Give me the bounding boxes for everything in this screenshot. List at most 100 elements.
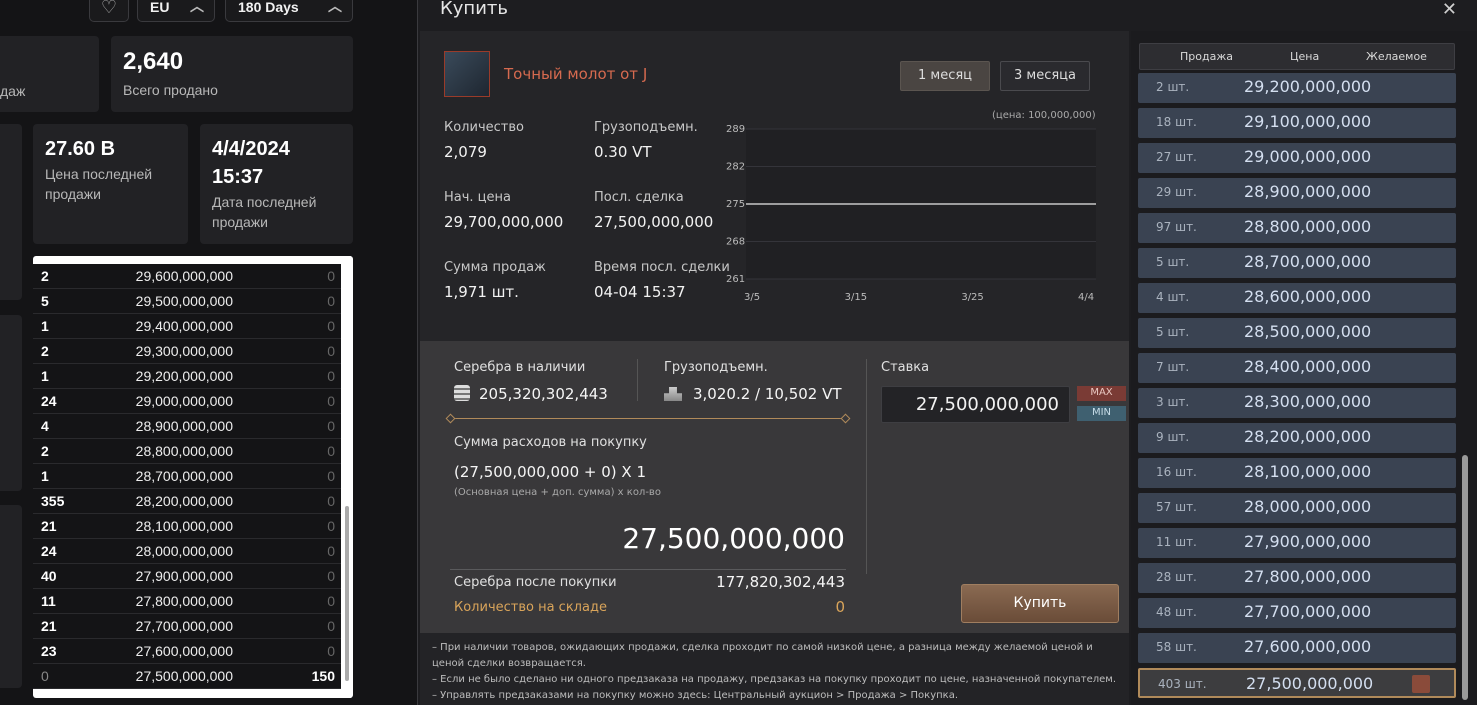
y-tick-label: 289 (726, 124, 745, 135)
cost-label: Сумма расходов на покупку (454, 435, 647, 450)
table-row[interactable]: 5 29,500,000,000 0 (33, 289, 341, 314)
row-wish: 0 (327, 343, 335, 359)
order-book-row[interactable]: 57 шт. 28,000,000,000 (1138, 493, 1456, 523)
order-book-row[interactable]: 58 шт. 27,600,000,000 (1138, 633, 1456, 663)
favorite-heart-icon[interactable]: ♡ (89, 0, 129, 22)
tab-3-months[interactable]: 3 месяца (1000, 61, 1090, 91)
row-wish: 0 (327, 618, 335, 634)
divider (866, 359, 867, 574)
stat-card-total-sold: 2,640 Всего продано (111, 36, 353, 112)
start-price-label: Нач. цена (444, 190, 511, 205)
row-qty: 24 (41, 543, 57, 559)
weight-boxes-icon (664, 387, 682, 401)
order-book-row[interactable]: 18 шт. 29,100,000,000 (1138, 108, 1456, 138)
table-row[interactable]: 1 28,700,000,000 0 (33, 464, 341, 489)
order-book-row[interactable]: 28 шт. 27,800,000,000 (1138, 563, 1456, 593)
table-row[interactable]: 23 27,600,000,000 0 (33, 639, 341, 664)
row-qty: 2 (41, 268, 49, 284)
row-qty: 355 (41, 493, 65, 509)
tab-1-month[interactable]: 1 месяц (900, 61, 990, 91)
x-tick-label: 3/15 (845, 292, 867, 303)
table-row[interactable]: 21 27,700,000,000 0 (33, 614, 341, 639)
row-qty: 1 (41, 368, 49, 384)
max-button[interactable]: MAX (1077, 386, 1126, 401)
trade-history-table: 2 29,600,000,000 0 5 29,500,000,000 0 1 29,400,… (33, 256, 353, 698)
row-price: 28,700,000,000 (135, 468, 233, 484)
row-price: 27,500,000,000 (135, 668, 233, 684)
order-book-row[interactable]: 4 шт. 28,600,000,000 (1138, 283, 1456, 313)
last-deal-label: Посл. сделка (594, 190, 684, 205)
book-price: 28,400,000,000 (1244, 357, 1372, 376)
order-book-row-selected[interactable]: 403 шт. 27,500,000,000 (1138, 668, 1456, 698)
order-book-row[interactable]: 97 шт. 28,800,000,000 (1138, 213, 1456, 243)
dialog-title: Купить (440, 0, 508, 19)
book-qty: 5 шт. (1156, 255, 1190, 269)
table-row[interactable]: 1 29,400,000,000 0 (33, 314, 341, 339)
last-date-value: 4/4/2024 (212, 138, 290, 160)
row-price: 28,200,000,000 (135, 493, 233, 509)
table-row[interactable]: 2 28,800,000,000 0 (33, 439, 341, 464)
order-book-row[interactable]: 2 шт. 29,200,000,000 (1138, 73, 1456, 103)
row-wish: 150 (311, 668, 335, 684)
book-qty: 57 шт. (1156, 500, 1197, 514)
row-price: 28,000,000,000 (135, 543, 233, 559)
table-row[interactable]: 355 28,200,000,000 0 (33, 489, 341, 514)
scrollbar-thumb[interactable] (345, 506, 349, 681)
last-deal-time-value: 04-04 15:37 (594, 283, 686, 301)
bid-input[interactable]: 27,500,000,000 (881, 386, 1070, 423)
order-book-row[interactable]: 9 шт. 28,200,000,000 (1138, 423, 1456, 453)
order-book-row[interactable]: 48 шт. 27,700,000,000 (1138, 598, 1456, 628)
capacity-value: 3,020.2 / 10,502 VT (693, 385, 842, 403)
order-book-scrollbar[interactable] (1462, 455, 1468, 700)
region-select[interactable]: EU ︿ (137, 0, 215, 22)
book-price: 28,700,000,000 (1244, 252, 1372, 271)
row-qty: 0 (41, 668, 49, 684)
table-row[interactable]: 2 29,600,000,000 0 (33, 264, 341, 289)
table-row[interactable]: 4 28,900,000,000 0 (33, 414, 341, 439)
order-book-row[interactable]: 3 шт. 28,300,000,000 (1138, 388, 1456, 418)
book-qty: 58 шт. (1156, 640, 1197, 654)
table-row[interactable]: 24 29,000,000,000 0 (33, 389, 341, 414)
table-row[interactable]: 24 28,000,000,000 0 (33, 539, 341, 564)
close-icon[interactable]: ✕ (1442, 0, 1457, 20)
divider (637, 359, 638, 401)
book-qty: 28 шт. (1156, 570, 1197, 584)
period-select[interactable]: 180 Days ︿ (225, 0, 353, 22)
table-scrollbar[interactable] (343, 256, 351, 698)
order-book-row[interactable]: 11 шт. 27,900,000,000 (1138, 528, 1456, 558)
row-wish: 0 (327, 643, 335, 659)
order-book-row[interactable]: 27 шт. 29,000,000,000 (1138, 143, 1456, 173)
row-price: 29,200,000,000 (135, 368, 233, 384)
row-qty: 23 (41, 643, 57, 659)
total-sold-label: Всего продано (123, 82, 218, 98)
book-price: 27,500,000,000 (1246, 674, 1374, 693)
row-price: 29,600,000,000 (135, 268, 233, 284)
wish-order-icon[interactable] (1412, 675, 1430, 693)
y-tick-label: 268 (726, 237, 745, 248)
table-row[interactable]: 0 27,500,000,000 150 (33, 664, 341, 689)
note-2: – Если не было сделано ни одного предзак… (432, 674, 1117, 685)
last-price-label-1: Цена последней (45, 166, 153, 182)
notes-panel: – При наличии товаров, ожидающих продажи… (420, 633, 1129, 705)
table-row[interactable]: 1 29,200,000,000 0 (33, 364, 341, 389)
row-wish: 0 (327, 518, 335, 534)
min-button[interactable]: MIN (1077, 406, 1126, 421)
table-row[interactable]: 40 27,900,000,000 0 (33, 564, 341, 589)
order-book-row[interactable]: 5 шт. 28,700,000,000 (1138, 248, 1456, 278)
buy-button[interactable]: Купить (961, 584, 1119, 623)
table-row[interactable]: 21 28,100,000,000 0 (33, 514, 341, 539)
order-book-row[interactable]: 29 шт. 28,900,000,000 (1138, 178, 1456, 208)
chevron-up-icon: ︿ (190, 0, 204, 14)
row-qty: 1 (41, 318, 49, 334)
row-wish: 0 (327, 268, 335, 284)
order-book-row[interactable]: 16 шт. 28,100,000,000 (1138, 458, 1456, 488)
table-row[interactable]: 11 27,800,000,000 0 (33, 589, 341, 614)
order-book-row[interactable]: 7 шт. 28,400,000,000 (1138, 353, 1456, 383)
table-row[interactable]: 2 29,300,000,000 0 (33, 339, 341, 364)
divider (450, 569, 846, 570)
book-qty: 3 шт. (1156, 395, 1190, 409)
x-tick-label: 3/25 (961, 292, 983, 303)
order-book-row[interactable]: 5 шт. 28,500,000,000 (1138, 318, 1456, 348)
divider-ornament (450, 418, 846, 419)
row-price: 28,800,000,000 (135, 443, 233, 459)
